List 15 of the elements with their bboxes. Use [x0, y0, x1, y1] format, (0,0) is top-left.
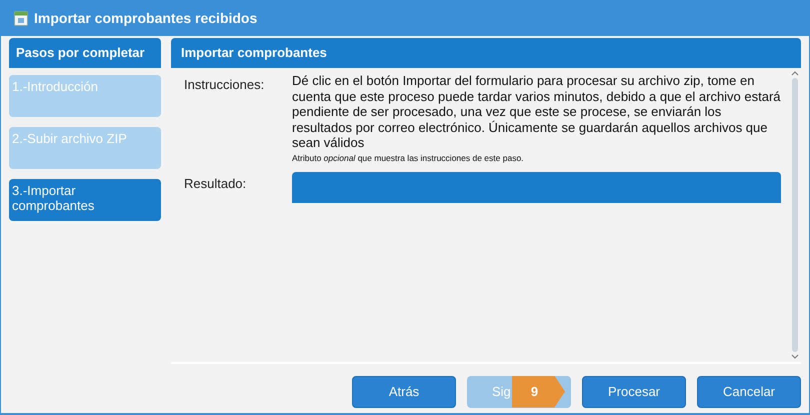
- steps-header: Pasos por completar: [9, 38, 161, 68]
- calendar-icon: [14, 10, 28, 26]
- scroll-up-icon[interactable]: [791, 70, 799, 76]
- scroll-down-icon[interactable]: [791, 354, 799, 360]
- content-header: Importar comprobantes: [171, 38, 801, 68]
- dialog-button[interactable]: Cancelar: [697, 376, 801, 408]
- step-item[interactable]: 3.-Importar comprobantes: [9, 179, 161, 221]
- window-title: Importar comprobantes recibidos: [34, 8, 258, 28]
- field-label: Instrucciones:: [184, 76, 266, 94]
- hint-text: Atributo opcional que muestra las instrucciones de este paso.: [292, 152, 525, 164]
- instructions-text: Dé clic en el botón Importar del formulario para procesar su archivo zip, tome en cuenta que este proceso puede tardar varios minutos, debido a que el archivo estará pendiente de ser procesado, una vez que este se procese, se enviarán los resultados por correo electrónico. Únicamente se guardarán aquellos archivos que sean válidos: [292, 73, 781, 150]
- dialog-button[interactable]: Atrás: [352, 376, 456, 408]
- dialog-button[interactable]: Procesar: [582, 376, 686, 408]
- step-tooltip: 9: [512, 376, 565, 408]
- field-label: Resultado:: [184, 175, 248, 194]
